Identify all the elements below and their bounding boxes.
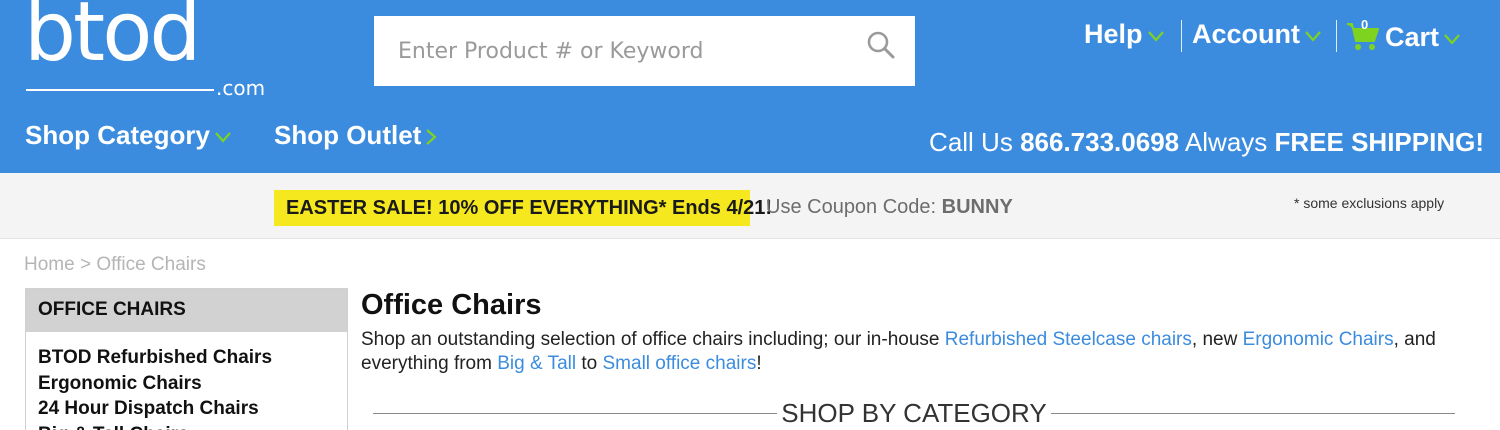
account-label: Account (1192, 19, 1300, 49)
intro-text: , new (1191, 329, 1243, 350)
chevron-down-icon (1305, 31, 1321, 42)
account-menu[interactable]: Account (1192, 16, 1322, 52)
help-menu[interactable]: Help (1084, 16, 1165, 52)
link-ergonomic-chairs[interactable]: Ergonomic Chairs (1243, 329, 1394, 350)
chevron-down-icon (1444, 34, 1460, 45)
call-us-prefix: Call Us (929, 127, 1013, 157)
section-heading: SHOP BY CATEGORY (781, 398, 1047, 428)
coupon-code: BUNNY (941, 196, 1013, 218)
logo-underline (26, 89, 214, 91)
nav-shop-category[interactable]: Shop Category (25, 117, 232, 153)
intro-text: ! (756, 353, 762, 374)
nav-shop-outlet-label: Shop Outlet (274, 120, 422, 150)
free-shipping-text: FREE SHIPPING! (1274, 127, 1484, 157)
search-input[interactable] (374, 16, 854, 86)
coupon-label: Use Coupon Code: (766, 196, 937, 218)
breadcrumb-current[interactable]: Office Chairs (96, 254, 205, 275)
intro-text: Shop an outstanding selection of office … (361, 329, 945, 350)
nav-shop-outlet[interactable]: Shop Outlet (274, 117, 437, 153)
chevron-right-icon (426, 129, 437, 145)
search-box (374, 16, 915, 86)
chevron-down-icon (215, 132, 231, 143)
cart-menu[interactable]: Cart (1385, 19, 1461, 55)
cart-count-badge: 0 (1361, 17, 1369, 32)
sidebar-item-24-hour-dispatch-chairs[interactable]: 24 Hour Dispatch Chairs (38, 396, 347, 422)
breadcrumb: Home > Office Chairs (24, 252, 206, 278)
separator (1336, 20, 1337, 52)
intro-text: to (576, 353, 603, 374)
category-intro: Shop an outstanding selection of office … (361, 328, 1471, 376)
page-title: Office Chairs (361, 289, 542, 321)
coupon-text: Use Coupon Code: BUNNY (766, 192, 1013, 222)
sidebar-heading: OFFICE CHAIRS (26, 289, 347, 332)
exclusions-note: * some exclusions apply (1294, 195, 1445, 211)
link-big-tall[interactable]: Big & Tall (497, 353, 576, 374)
separator (1181, 20, 1182, 52)
sidebar-item-ergonomic-chairs[interactable]: Ergonomic Chairs (38, 371, 347, 397)
logo-suffix: .com (216, 76, 266, 100)
logo-wordmark: btod (24, 0, 201, 80)
category-sidebar: OFFICE CHAIRS BTOD Refurbished Chairs Er… (25, 288, 348, 430)
site-header: btod .com Help Account 0 Cart Shop Categ… (0, 0, 1500, 173)
sale-banner: EASTER SALE! 10% OFF EVERYTHING* Ends 4/… (274, 190, 772, 226)
nav-shop-category-label: Shop Category (25, 120, 210, 150)
link-small-office-chairs[interactable]: Small office chairs (603, 353, 757, 374)
search-icon[interactable] (866, 30, 896, 60)
chevron-down-icon (1147, 31, 1164, 42)
site-logo[interactable]: btod .com (24, 0, 265, 98)
link-refurbished-steelcase-chairs[interactable]: Refurbished Steelcase chairs (945, 329, 1192, 350)
cart-label: Cart (1385, 22, 1440, 52)
help-label: Help (1084, 19, 1143, 49)
call-us-banner: Call Us 866.733.0698 Always FREE SHIPPIN… (929, 124, 1484, 160)
sidebar-item-big-tall-chairs[interactable]: Big & Tall Chairs (38, 422, 347, 430)
breadcrumb-separator: > (79, 254, 92, 275)
shop-by-category-heading: SHOP BY CATEGORY (373, 397, 1455, 430)
sidebar-list: BTOD Refurbished Chairs Ergonomic Chairs… (26, 332, 347, 430)
call-us-middle: Always (1184, 127, 1268, 157)
phone-number[interactable]: 866.733.0698 (1020, 127, 1179, 157)
breadcrumb-home[interactable]: Home (24, 254, 75, 275)
promo-bar: EASTER SALE! 10% OFF EVERYTHING* Ends 4/… (0, 173, 1500, 239)
sidebar-item-btod-refurbished-chairs[interactable]: BTOD Refurbished Chairs (38, 345, 347, 371)
